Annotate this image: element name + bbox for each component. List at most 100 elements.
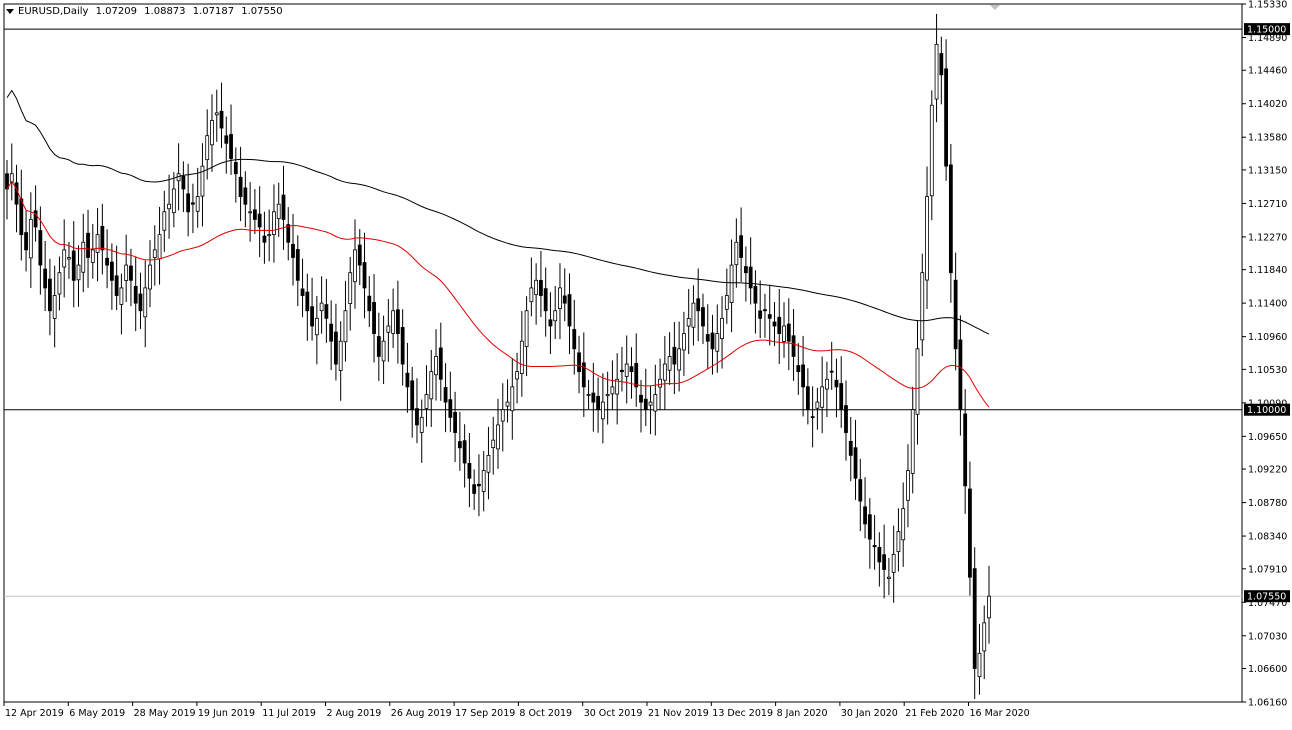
- candle-body: [462, 440, 467, 464]
- candle-body: [858, 479, 863, 502]
- candle-body: [934, 43, 939, 100]
- candle-body: [567, 294, 572, 327]
- candle-body: [720, 317, 724, 339]
- candle-body: [710, 332, 715, 350]
- x-tick-label: 8 Jan 2020: [777, 708, 828, 719]
- candle-body: [658, 378, 662, 388]
- candle-body: [109, 261, 114, 281]
- candle-body: [662, 363, 667, 381]
- candle-body: [915, 348, 920, 415]
- candle-body: [886, 576, 891, 579]
- y-tick-label: 1.12710: [1248, 199, 1287, 210]
- chart-menu-triangle-icon[interactable]: [6, 8, 14, 14]
- candle-body: [491, 439, 496, 448]
- candle-body: [329, 323, 334, 342]
- candle-body: [181, 175, 186, 190]
- candle-body: [877, 546, 882, 563]
- candle-body: [219, 110, 224, 129]
- candle-body: [481, 470, 486, 492]
- candle-body: [252, 209, 257, 220]
- candle-body: [376, 336, 381, 357]
- candle-body: [90, 249, 95, 263]
- candle-body: [882, 554, 887, 570]
- candle-body: [238, 176, 243, 197]
- x-tick-label: 12 Apr 2019: [5, 708, 64, 719]
- candle-body: [171, 188, 176, 214]
- candle-body: [834, 379, 839, 388]
- candle-body: [86, 232, 90, 258]
- candle-body: [419, 416, 424, 433]
- candle-body: [167, 203, 171, 210]
- candle-body: [701, 307, 705, 327]
- x-tick-label: 19 Jun 2019: [198, 708, 255, 719]
- candle-body: [62, 249, 67, 268]
- candle-body: [500, 409, 505, 422]
- x-tick-label: 11 Jul 2019: [262, 708, 316, 719]
- candle-body: [667, 356, 672, 371]
- candle-body: [682, 333, 686, 351]
- candle-body: [920, 272, 925, 341]
- chart-root[interactable]: 1.15330 1.14890 1.14460 1.14020 1.13580 1.131…: [0, 0, 1292, 726]
- price-tag-label: 1.07550: [1247, 592, 1286, 603]
- candle-body: [324, 304, 329, 319]
- candle-body: [67, 257, 71, 260]
- candle-body: [958, 339, 963, 411]
- candle-body: [133, 286, 138, 304]
- candle-body: [457, 441, 462, 449]
- candle-body: [591, 392, 596, 403]
- x-tick-label: 2 Aug 2019: [327, 708, 382, 719]
- candle-body: [777, 316, 782, 334]
- price-tag-label: 1.10000: [1247, 405, 1286, 416]
- time-axis[interactable]: 12 Apr 2019 6 May 2019 28 May 2019 19 Jun 2…: [3, 702, 1030, 719]
- candle-body: [815, 401, 820, 409]
- candle-body: [214, 112, 219, 116]
- y-tick-label: 1.07910: [1248, 564, 1287, 575]
- candle-body: [138, 293, 143, 312]
- low-value: 1.07187: [192, 6, 235, 17]
- candle-body: [343, 310, 348, 343]
- candle-body: [872, 545, 877, 548]
- x-tick-label: 26 Aug 2019: [391, 708, 452, 719]
- candle-body: [810, 416, 815, 419]
- candle-body: [52, 295, 57, 319]
- y-tick-label: 1.11400: [1248, 299, 1287, 310]
- candle-body: [772, 321, 777, 327]
- candle-body: [205, 135, 210, 161]
- candle-body: [610, 386, 615, 395]
- candle-body: [415, 408, 419, 426]
- y-tick-label: 1.13580: [1248, 133, 1287, 144]
- candle-body: [243, 187, 248, 205]
- candle-body: [791, 335, 796, 357]
- candle-body: [724, 295, 729, 310]
- candle-body: [639, 394, 643, 403]
- candle-body: [620, 369, 624, 373]
- candle-body: [572, 328, 577, 350]
- candle-body: [643, 398, 648, 411]
- candle-body: [763, 309, 767, 312]
- candle-body: [71, 250, 76, 281]
- candle-body: [987, 595, 991, 619]
- y-tick-label: 1.08340: [1248, 532, 1287, 543]
- x-tick-label: 6 May 2019: [69, 708, 125, 719]
- candle-body: [953, 279, 958, 350]
- candle-body: [124, 264, 129, 281]
- y-tick-label: 1.13150: [1248, 165, 1287, 176]
- candle-body: [548, 319, 553, 327]
- candle-body: [505, 401, 510, 407]
- candlestick-chart[interactable]: 1.153301.148901.144601.140201.135801.131…: [0, 0, 1292, 726]
- candle-body: [386, 325, 391, 333]
- candle-body: [486, 454, 491, 473]
- symbol-label: EURUSD,Daily: [18, 6, 89, 17]
- close-value: 1.07550: [241, 6, 283, 17]
- x-tick-label: 30 Oct 2019: [584, 708, 643, 719]
- candle-body: [357, 244, 362, 266]
- candle-body: [105, 257, 110, 266]
- candle-body: [863, 506, 867, 525]
- candle-body: [334, 331, 338, 365]
- candle-body: [152, 249, 157, 259]
- candle-body: [686, 317, 691, 327]
- candle-body: [19, 198, 24, 236]
- candle-body: [743, 266, 748, 274]
- x-tick-label: 30 Jan 2020: [841, 708, 898, 719]
- candle-body: [229, 134, 233, 159]
